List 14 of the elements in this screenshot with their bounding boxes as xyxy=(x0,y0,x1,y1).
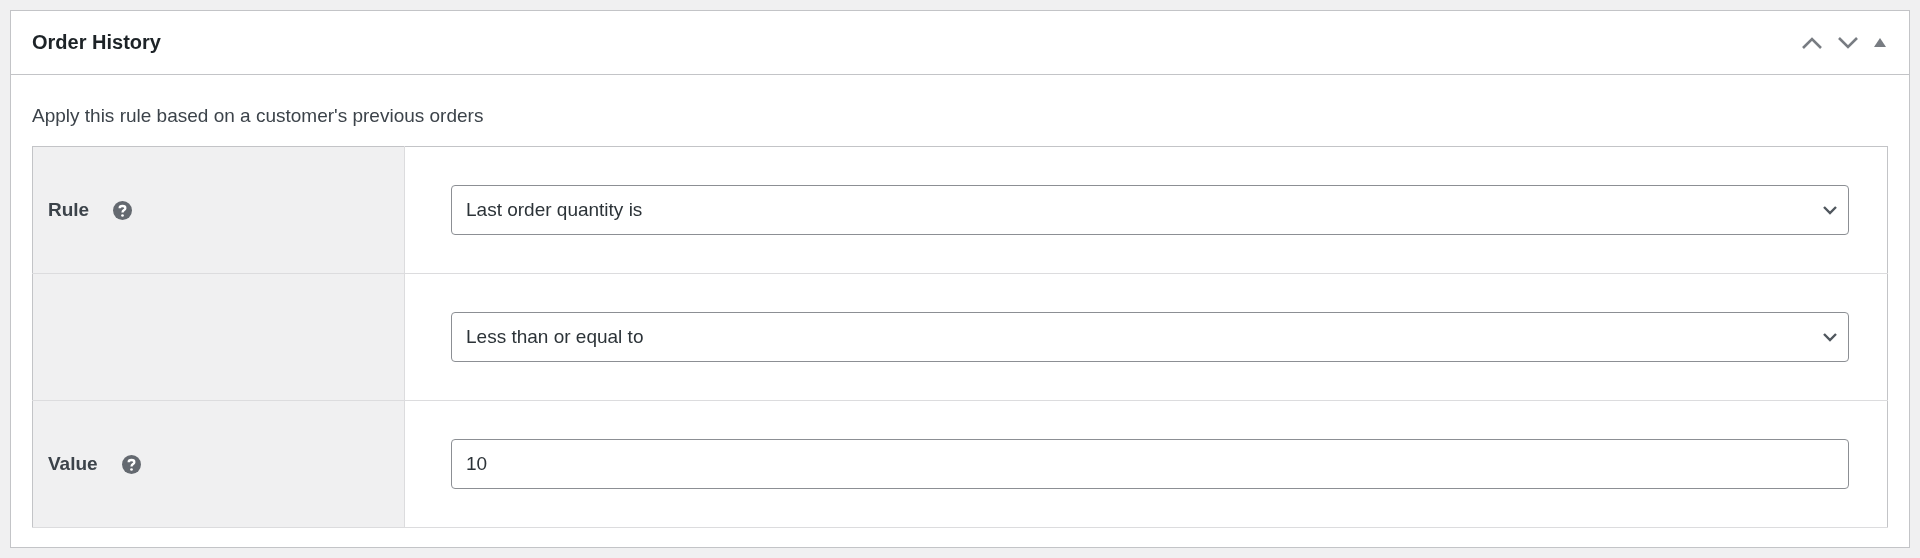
chevron-down-icon xyxy=(1822,205,1838,215)
help-icon[interactable] xyxy=(121,454,141,474)
dropdown[interactable]: Less than or equal to xyxy=(451,312,1849,362)
move-down-button[interactable] xyxy=(1837,35,1859,50)
dropdown[interactable]: Last order quantity is xyxy=(451,185,1849,235)
description: Apply this rule based on a customer's previous orders xyxy=(32,105,485,127)
help-icon[interactable] xyxy=(113,200,133,220)
panel-title: Order History xyxy=(32,31,162,54)
chevron-down-icon xyxy=(1822,332,1838,342)
move-up-button[interactable] xyxy=(1801,35,1823,50)
input-field[interactable]: 10 xyxy=(451,439,1849,489)
field-label: Rule xyxy=(48,199,90,221)
field-label: Value xyxy=(48,453,98,475)
collapse-toggle-icon[interactable] xyxy=(1873,37,1887,48)
